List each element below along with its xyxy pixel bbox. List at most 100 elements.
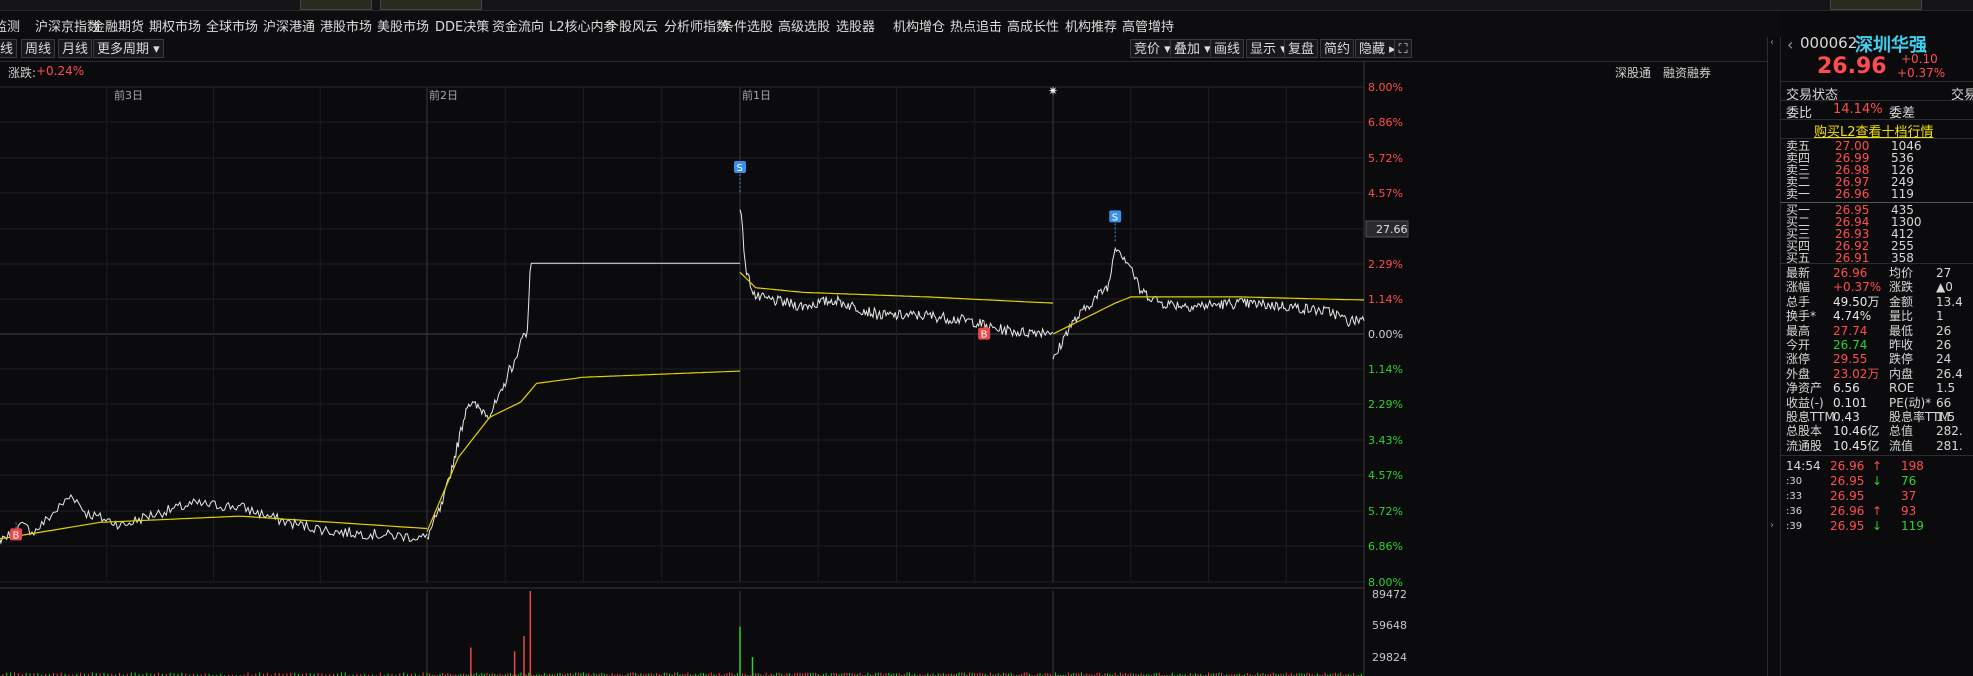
stat-value-2: 24 <box>1936 352 1952 367</box>
tick-time: :39 <box>1786 521 1803 532</box>
marker-label: B <box>13 530 20 541</box>
stat-value: 0.101 <box>1833 395 1868 410</box>
stat-value-2: 13.4 <box>1936 294 1963 309</box>
stat-value-2: 282. <box>1936 424 1963 439</box>
stat-value: 29.55 <box>1833 352 1868 367</box>
quote-panel: ‹ 000062 深圳华强 26.96 +0.10 +0.37% 交易状态 交易… <box>1780 34 1973 676</box>
tick-volume: 198 <box>1901 459 1924 473</box>
stat-row: 今开 26.74 昨收 26 <box>1781 338 1973 352</box>
session-label: 前2日 <box>429 88 458 102</box>
arrow-down-icon: ↓ <box>1872 519 1883 533</box>
stat-value: 26.74 <box>1833 338 1868 352</box>
tick-volume: 37 <box>1901 489 1917 503</box>
stat-value-2: 281. <box>1936 438 1963 453</box>
stat-value-2: 1.5 <box>1936 410 1956 424</box>
stat-value: 23.02万 <box>1833 366 1880 381</box>
stat-row: 涨停 29.55 跌停 24 <box>1781 352 1973 366</box>
change-pct: +0.37% <box>1897 66 1946 80</box>
change-abs: +0.10 <box>1901 52 1938 66</box>
expand-arrow-icon[interactable]: › <box>1770 520 1774 531</box>
intraday-chart[interactable]: 前3日 前2日 前1日 ✷ 8.00% 6.86% 5.72% 4.57% 3.43% 2.29%… <box>0 0 1780 676</box>
stat-value-2: ▲0 <box>1936 280 1953 295</box>
stat-value: 6.56 <box>1833 381 1860 396</box>
pct-tick-label: 8.00% <box>1368 81 1403 94</box>
ask-row[interactable]: 卖一 26.96 119 <box>1781 188 1973 200</box>
pct-tick-label: 4.57% <box>1368 469 1403 482</box>
stat-label-2: 均价 <box>1889 266 1914 280</box>
weibi-row: 委比 14.14% 委差 <box>1781 102 1973 121</box>
stat-label-2: 跌停 <box>1889 352 1914 367</box>
divider <box>1781 263 1973 264</box>
stat-value-2: 26.4 <box>1936 366 1963 381</box>
session-label: 前3日 <box>114 88 143 102</box>
tick-row: :36 26.96 ↑ 93 <box>1781 504 1973 519</box>
arrow-up-icon: ↑ <box>1872 459 1883 473</box>
ask-volume: 119 <box>1891 187 1914 201</box>
stat-label: 涨停 <box>1786 352 1811 367</box>
arrow-down-icon: ↓ <box>1872 474 1883 488</box>
weibi-value: 14.14% <box>1833 102 1883 117</box>
stat-value: 26.96 <box>1833 266 1868 280</box>
stat-value-2: 26 <box>1936 338 1952 352</box>
stat-value: 27.74 <box>1833 323 1868 338</box>
pct-tick-label: 6.86% <box>1368 116 1403 129</box>
stat-label: 换手* <box>1786 309 1817 324</box>
buy-l2-link[interactable]: 购买L2查看十档行情 <box>1781 121 1973 140</box>
stat-label: 今开 <box>1786 338 1811 352</box>
collapse-arrow-icon[interactable]: ‹ <box>1770 37 1774 48</box>
tick-time: :36 <box>1786 506 1803 517</box>
stat-row: 净资产 6.56 ROE 1.5 <box>1781 381 1973 395</box>
stat-label-2: ROE <box>1889 381 1915 396</box>
tick-volume: 119 <box>1901 519 1924 533</box>
tick-price: 26.96 <box>1830 459 1865 473</box>
stat-value-2: 26 <box>1936 323 1952 338</box>
stock-code: 000062 <box>1800 34 1858 52</box>
stat-row: 股息TTM 0.43 股息率TTM 1.5 <box>1781 410 1973 424</box>
tick-row: :39 26.95 ↓ 119 <box>1781 519 1973 534</box>
marker-label: B <box>981 330 988 341</box>
divider <box>1781 81 1973 82</box>
stat-value-2: 1 <box>1936 309 1944 324</box>
stat-value: 49.50万 <box>1833 294 1880 309</box>
stat-row: 外盘 23.02万 内盘 26.4 <box>1781 367 1973 381</box>
stat-label: 总股本 <box>1786 424 1823 439</box>
stat-value: 10.46亿 <box>1833 424 1880 439</box>
divider <box>1781 455 1973 456</box>
stat-label-2: 总值 <box>1889 424 1914 439</box>
panel-collapse-strip[interactable]: ‹ › <box>1767 37 1781 676</box>
back-icon[interactable]: ‹ <box>1787 35 1793 54</box>
divider <box>1781 119 1973 120</box>
tick-row: :33 26.95 37 <box>1781 489 1973 504</box>
stat-label: 流通股 <box>1786 438 1823 453</box>
toolbar-button[interactable] <box>1830 0 1922 10</box>
stat-value-2: 1.5 <box>1936 381 1956 396</box>
last-price: 26.96 <box>1817 54 1887 79</box>
star-marker: ✷ <box>1048 84 1058 98</box>
pct-tick-label: 1.14% <box>1368 363 1403 376</box>
marker-label: S <box>737 163 743 174</box>
pct-tick-label: 1.14% <box>1368 293 1403 306</box>
stat-label: 涨幅 <box>1786 280 1811 295</box>
stat-row: 收益(-) 0.101 PE(动)* 66 <box>1781 396 1973 410</box>
stat-value: 0.43 <box>1833 410 1860 424</box>
price-marker-label: 27.66 <box>1376 223 1408 236</box>
stat-label-2: 金额 <box>1889 294 1914 309</box>
tick-time: :33 <box>1786 491 1803 502</box>
ask-price: 26.96 <box>1835 187 1870 201</box>
stat-value: 10.45亿 <box>1833 438 1880 453</box>
stat-value-2: 66 <box>1936 395 1952 410</box>
tick-price: 26.95 <box>1830 489 1865 503</box>
stat-value-2: 27 <box>1936 266 1952 280</box>
pct-tick-label: 2.29% <box>1368 258 1403 271</box>
stat-label-2: 昨收 <box>1889 338 1914 352</box>
tick-price: 26.95 <box>1830 519 1865 533</box>
tick-row: :30 26.95 ↓ 76 <box>1781 474 1973 489</box>
pct-tick-label: 6.86% <box>1368 540 1403 553</box>
arrow-up-icon: ↑ <box>1872 504 1883 518</box>
pct-tick-label: 2.29% <box>1368 398 1403 411</box>
tick-volume: 76 <box>1901 474 1917 488</box>
tick-volume: 93 <box>1901 504 1917 518</box>
stat-value: +0.37% <box>1833 280 1882 295</box>
stat-label: 股息TTM <box>1786 410 1835 424</box>
stat-label: 最新 <box>1786 266 1811 280</box>
